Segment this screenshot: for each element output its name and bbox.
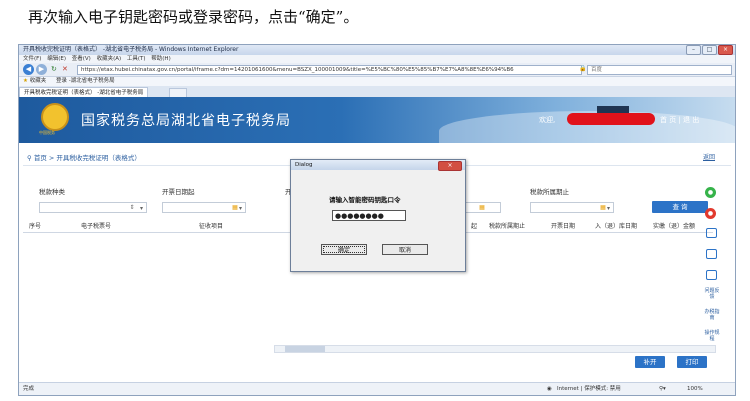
home-pin-icon: ⚲ — [27, 154, 32, 162]
menu-favorites[interactable]: 收藏夹(A) — [97, 56, 122, 62]
breadcrumb: ⚲ 首页 > 开具税收完税证明（表格式） — [27, 152, 141, 162]
favorites-bar: ★ 收藏夹 登录 -湖北省电子税务局 — [19, 77, 735, 86]
window-title: 开具税收完税证明（表格式） -湖北省电子税务局 - Windows Intern… — [23, 46, 239, 53]
col-amount: 实缴（退）金额 — [653, 223, 696, 230]
maximize-button[interactable]: □ — [702, 45, 717, 55]
welcome-text: 欢迎, — [539, 116, 556, 124]
back-link[interactable]: 返回 — [703, 152, 715, 161]
col-period-end: 起 — [471, 223, 478, 230]
address-bar: ◀ ▶ ↻ ✕ https://etax.hubei.chinatax.gov.… — [19, 63, 735, 77]
period-end-label: 税款所属期止 — [530, 188, 569, 196]
breadcrumb-text[interactable]: 首页 > 开具税收完税证明（表格式） — [34, 154, 141, 162]
tax-emblem-icon — [41, 103, 69, 131]
redacted-username — [567, 113, 655, 125]
calendar-icon[interactable]: ▦ — [598, 202, 608, 213]
col-index: 序号 — [29, 223, 42, 230]
sidebar-procedures[interactable]: 操作规程 — [703, 330, 721, 342]
search-field[interactable]: 百度 — [587, 65, 732, 75]
tax-type-label: 税款种类 — [39, 188, 65, 196]
site-banner: 中国税务 国家税务总局湖北省电子税务局 欢迎, 首 页 | 退 出 — [19, 97, 735, 143]
dialog-prompt: 请输入智能密码钥匙口令 — [329, 196, 401, 204]
window-controls: – □ × — [686, 45, 733, 55]
query-button[interactable]: 查 询 — [652, 201, 708, 213]
horizontal-scrollbar[interactable] — [274, 345, 716, 353]
sidebar-guide[interactable]: 办税指南 — [703, 309, 721, 321]
favorites-label[interactable]: 收藏夹 — [30, 78, 47, 84]
menu-tools[interactable]: 工具(T) — [127, 56, 146, 62]
dialog-title-bar: Dialog × — [291, 160, 465, 171]
menu-help[interactable]: 帮助(H) — [151, 56, 170, 62]
close-button[interactable]: × — [718, 45, 733, 55]
dropdown-icon[interactable]: ⇕ — [127, 202, 137, 213]
weibo-icon[interactable]: ● — [705, 208, 716, 219]
dialog-close-icon[interactable]: × — [438, 161, 462, 171]
title-bar: 开具税收完税证明（表格式） -湖北省电子税务局 - Windows Intern… — [19, 45, 735, 55]
site-title: 国家税务总局湖北省电子税务局 — [81, 113, 291, 129]
cancel-button[interactable]: 取消 — [382, 244, 428, 255]
url-field[interactable]: https://etax.hubei.chinatax.gov.cn/porta… — [77, 65, 582, 75]
col-period-end-2: 税款所属期止 — [489, 223, 526, 230]
star-icon[interactable]: ★ — [23, 78, 28, 84]
security-zone[interactable]: Internet | 保护模式: 禁用 — [557, 383, 621, 395]
favorite-link[interactable]: 登录 -湖北省电子税务局 — [56, 78, 115, 84]
calendar-icon[interactable]: ▦ — [477, 202, 487, 213]
reissue-button[interactable]: 补开 — [635, 356, 665, 368]
ok-button[interactable]: 确定 — [321, 244, 367, 255]
instruction-text: 再次输入电子钥匙密码或登录密码，点击“确定”。 — [28, 8, 359, 26]
zoom-level[interactable]: 100% — [687, 383, 703, 395]
print-button[interactable]: 打印 — [677, 356, 707, 368]
password-field[interactable]: ●●●●●●●● — [332, 210, 406, 221]
col-storage-date: 入（退）库日期 — [595, 223, 638, 230]
emblem-text: 中国税务 — [39, 130, 55, 135]
menu-bar: 文件(F) 编辑(E) 查看(V) 收藏夹(A) 工具(T) 帮助(H) — [19, 55, 735, 63]
print-icon[interactable] — [706, 270, 717, 280]
col-project: 征收项目 — [199, 223, 224, 230]
password-dialog: Dialog × 请输入智能密码钥匙口令 ●●●●●●●● 确定 取消 — [290, 159, 466, 272]
status-text: 完成 — [23, 386, 35, 392]
forward-icon[interactable]: ▶ — [36, 64, 47, 75]
col-invoice-date: 开票日期 — [551, 223, 576, 230]
sidebar-feedback[interactable]: 问题反馈 — [703, 288, 721, 300]
invoice-start-label: 开票日期起 — [162, 188, 195, 196]
menu-file[interactable]: 文件(F) — [23, 56, 41, 62]
minimize-button[interactable]: – — [686, 45, 701, 55]
print-icon[interactable] — [706, 228, 717, 238]
calendar-icon[interactable]: ▦ — [230, 202, 240, 213]
refresh-icon[interactable]: ↻ — [51, 65, 57, 73]
stop-icon[interactable]: ✕ — [62, 65, 68, 73]
print-icon[interactable] — [706, 249, 717, 259]
dialog-title: Dialog — [295, 162, 313, 168]
menu-view[interactable]: 查看(V) — [72, 56, 91, 62]
top-links[interactable]: 首 页 | 退 出 — [660, 115, 699, 125]
browser-window: 开具税收完税证明（表格式） -湖北省电子税务局 - Windows Intern… — [18, 44, 736, 396]
scroll-thumb[interactable] — [285, 346, 325, 352]
back-icon[interactable]: ◀ — [23, 64, 34, 75]
chat-icon[interactable]: ● — [705, 187, 716, 198]
col-ticket-no: 电子税票号 — [81, 223, 112, 230]
zoom-icon: ⚲▾ — [659, 386, 666, 392]
globe-icon: ◉ — [547, 386, 552, 392]
status-bar: 完成 ◉ Internet | 保护模式: 禁用 ⚲▾ 100% — [19, 382, 735, 395]
menu-edit[interactable]: 编辑(E) — [47, 56, 66, 62]
lock-icon[interactable]: 🔒 — [579, 65, 586, 72]
